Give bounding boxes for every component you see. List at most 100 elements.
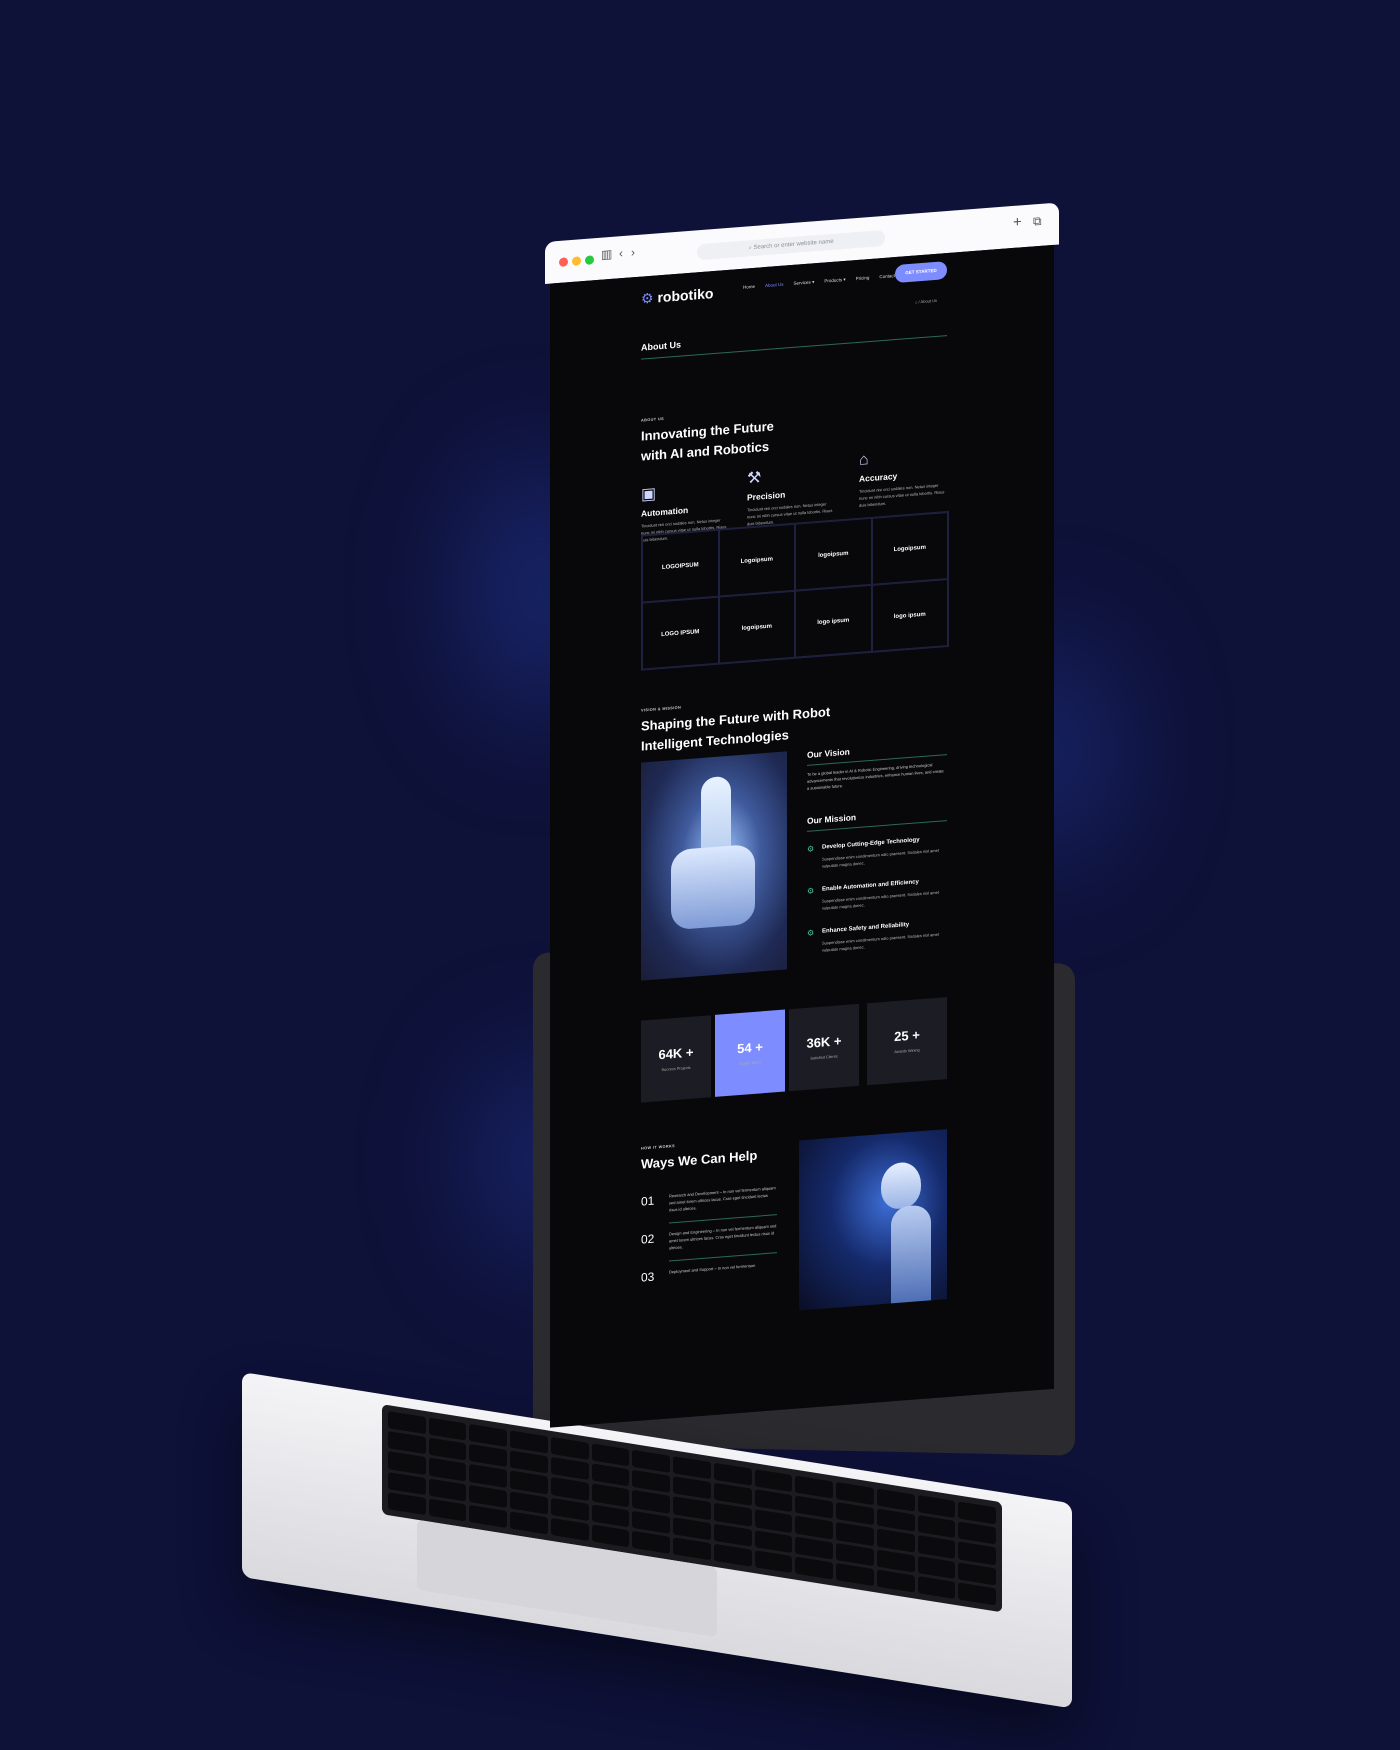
keyboard-key <box>388 1411 426 1435</box>
keyboard-key <box>550 1497 589 1521</box>
keyboard-key <box>795 1475 834 1499</box>
keyboard-key <box>917 1494 956 1519</box>
stat-value: 54 + <box>737 1039 763 1057</box>
keyboard-key <box>673 1537 711 1561</box>
robot-palm-shape <box>671 843 755 931</box>
step-desc: Deployment and Support – In non vel ferm… <box>669 1262 756 1275</box>
stat-card: 36K + Satisfied Clients <box>789 1003 859 1092</box>
keyboard-key <box>836 1522 874 1546</box>
partner-logo[interactable]: logoipsum <box>795 517 872 591</box>
keyboard-key <box>836 1482 874 1506</box>
nav-about-us[interactable]: About Us <box>765 282 784 289</box>
plus-icon[interactable]: + <box>1013 213 1022 231</box>
nav-pricing[interactable]: Pricing <box>856 275 870 282</box>
keyboard-key <box>795 1516 834 1540</box>
keyboard-key <box>591 1524 630 1548</box>
keyboard-key <box>591 1463 630 1487</box>
minimize-window-button[interactable] <box>572 256 581 266</box>
step-number: 03 <box>641 1269 655 1285</box>
keyboard-key <box>754 1469 793 1493</box>
nav-home[interactable]: Home <box>743 284 755 291</box>
keyboard-key <box>958 1521 996 1545</box>
keyboard-key <box>836 1542 874 1566</box>
stat-card-highlighted: 54 + Expert Team <box>715 1009 785 1097</box>
keyboard-key <box>795 1536 834 1560</box>
site-logo[interactable]: ⚙ robotiko <box>641 285 713 308</box>
partner-logo[interactable]: Logoipsum <box>718 523 795 597</box>
keyboard-key <box>550 1517 589 1541</box>
mission-item-title: Enhance Safety and Reliability <box>822 921 910 935</box>
keyboard-key <box>754 1549 793 1574</box>
sidebar-icon[interactable]: ▥ <box>601 247 612 262</box>
step-item: 01 Research and Development – In non vel… <box>641 1184 779 1224</box>
keyboard-key <box>958 1541 996 1566</box>
step-divider <box>669 1214 777 1224</box>
keyboard-key <box>510 1450 548 1474</box>
keyboard-key <box>469 1424 508 1448</box>
stat-card: 25 + Awards Wining <box>867 997 947 1086</box>
keyboard-key <box>632 1449 671 1473</box>
chevron-down-icon: ▾ <box>812 279 815 285</box>
keyboard-key <box>673 1476 711 1500</box>
nav-products[interactable]: Products ▾ <box>824 277 845 285</box>
feature-precision: ⚒ Precision Tincidunt nisi orci sodales … <box>747 462 833 528</box>
keyboard-key <box>754 1529 793 1553</box>
keyboard-key <box>469 1484 508 1508</box>
keyboard-key <box>591 1483 630 1507</box>
keyboard-key <box>510 1470 548 1495</box>
our-mission: Our Mission <box>807 805 947 832</box>
robot-arm-icon: ⚒ <box>747 469 762 488</box>
keyboard-key <box>795 1556 834 1580</box>
chevron-down-icon: ▾ <box>843 276 846 283</box>
address-bar[interactable]: ⌕ Search or enter website name <box>697 229 885 261</box>
stat-label: Success Projects <box>661 1065 691 1073</box>
keyboard-key <box>876 1508 915 1532</box>
stat-value: 36K + <box>806 1033 842 1051</box>
gear-check-icon: ⚙ <box>807 928 815 938</box>
address-placeholder: Search or enter website name <box>753 238 834 251</box>
forward-icon[interactable]: › <box>631 245 635 259</box>
keyboard-key <box>510 1430 548 1454</box>
keyboard-key <box>591 1443 630 1467</box>
partner-logo[interactable]: logo ipsum <box>795 584 872 658</box>
close-window-button[interactable] <box>559 257 568 267</box>
stat-value: 25 + <box>894 1027 920 1045</box>
keyboard-key <box>917 1555 956 1579</box>
about-heading: Innovating the Future with AI and Roboti… <box>641 410 861 467</box>
gear-check-icon: ⚙ <box>807 844 815 854</box>
keyboard-key <box>428 1437 467 1461</box>
keyboard-key <box>876 1549 915 1573</box>
nav-services[interactable]: Services ▾ <box>794 279 815 287</box>
get-started-button[interactable]: GET STARTED <box>895 261 947 284</box>
keyboard-key <box>550 1457 589 1481</box>
keyboard-key <box>632 1530 671 1554</box>
keyboard-key <box>632 1510 671 1534</box>
partner-logo[interactable]: Logoipsum <box>871 511 948 585</box>
mission-item: ⚙ Develop Cutting-Edge Technology Suspend… <box>807 835 947 871</box>
partner-logo[interactable]: LOGO IPSUM <box>642 596 719 670</box>
step-desc: Design and Engineering – In non vel ferm… <box>669 1223 777 1251</box>
partner-logo[interactable]: logoipsum <box>718 590 795 664</box>
back-icon[interactable]: ‹ <box>619 246 623 260</box>
feature-accuracy: ⌂ Accuracy Tincidunt nisi orci sodales n… <box>859 445 945 509</box>
breadcrumb: ⌂ / About Us <box>915 297 937 305</box>
title-divider <box>641 335 947 360</box>
stat-value: 64K + <box>658 1044 694 1063</box>
tabs-icon[interactable]: ⧉ <box>1033 214 1042 230</box>
keyboard-key <box>795 1495 834 1520</box>
page-title: About Us <box>641 339 681 353</box>
nav-products-label: Products <box>824 277 843 284</box>
maximize-window-button[interactable] <box>585 255 594 265</box>
mission-item: ⚙ Enable Automation and Efficiency Suspen… <box>807 877 947 913</box>
about-eyebrow: ABOUT US <box>641 416 665 423</box>
gear-check-icon: ⚙ <box>807 886 815 896</box>
partner-logo[interactable]: logo ipsum <box>871 578 948 652</box>
keyboard-key <box>510 1511 548 1535</box>
keyboard-key <box>673 1496 711 1520</box>
home-icon[interactable]: ⌂ <box>915 299 917 304</box>
keyboard-key <box>754 1509 793 1533</box>
web-page: ⚙ robotiko Home About Us Services ▾ Prod… <box>550 244 1054 1428</box>
stat-label: Awards Wining <box>894 1048 920 1055</box>
partner-logo[interactable]: LOGOIPSUM <box>642 529 719 603</box>
keyboard-key <box>917 1535 956 1559</box>
